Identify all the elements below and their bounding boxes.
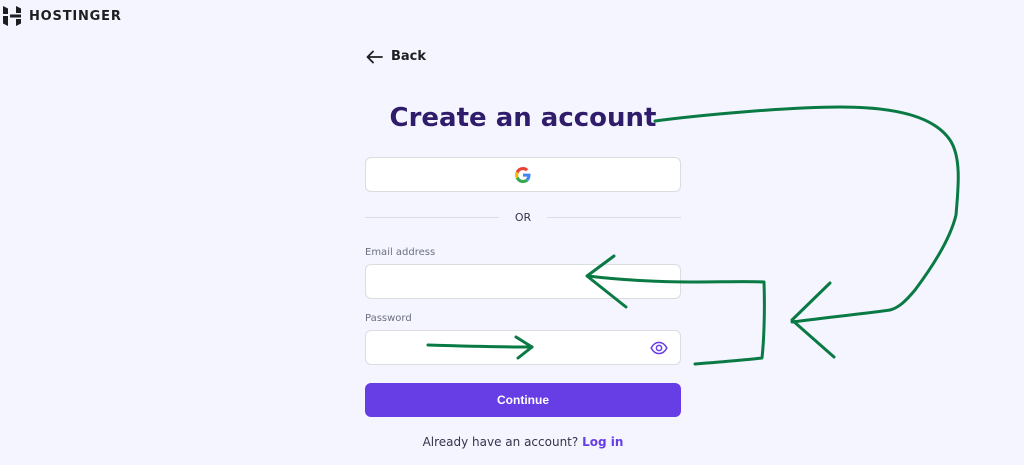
password-label: Password [365, 313, 412, 324]
back-label: Back [391, 49, 427, 64]
login-prompt: Already have an account? Log in [365, 435, 681, 449]
email-field[interactable] [366, 265, 660, 298]
back-button[interactable]: Back [366, 49, 426, 64]
brand-name: HOSTINGER [29, 8, 122, 24]
email-field-wrapper [365, 264, 681, 299]
login-link[interactable]: Log in [582, 435, 623, 449]
arrow-left-icon [366, 50, 383, 63]
or-divider: OR [365, 209, 681, 225]
password-field[interactable] [366, 331, 660, 364]
continue-button[interactable]: Continue [365, 383, 681, 417]
hostinger-logo[interactable]: HOSTINGER [3, 6, 122, 26]
google-icon [515, 166, 531, 183]
google-signup-button[interactable] [365, 157, 681, 192]
login-prompt-text: Already have an account? [422, 435, 579, 449]
show-password-toggle[interactable] [650, 339, 668, 361]
divider-line-right [547, 216, 681, 218]
annotation-arrowhead-right-icon [790, 281, 836, 359]
hostinger-logo-icon [3, 6, 21, 26]
divider-text: OR [514, 210, 532, 224]
password-field-wrapper [365, 330, 681, 365]
divider-line-left [365, 216, 499, 218]
page-title: Create an account [389, 103, 657, 133]
eye-icon [650, 341, 668, 355]
annotation-title-arrow-icon [653, 105, 960, 324]
email-label: Email address [365, 247, 436, 258]
